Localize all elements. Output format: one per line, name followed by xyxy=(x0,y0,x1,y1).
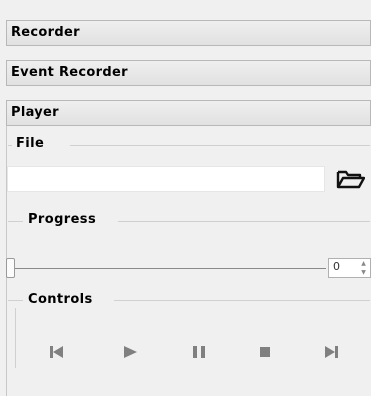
progress-group-title: Progress xyxy=(26,212,99,227)
file-group-border-left xyxy=(8,145,12,146)
play-icon xyxy=(124,346,137,358)
skip-to-start-button[interactable] xyxy=(46,341,68,363)
section-recorder-header[interactable]: Recorder xyxy=(6,20,371,46)
controls-group-border-right xyxy=(114,300,370,301)
pause-icon xyxy=(193,346,205,358)
folder-open-icon xyxy=(336,170,365,189)
skip-to-start-icon xyxy=(50,346,63,358)
file-group-title: File xyxy=(14,136,47,151)
file-path-input[interactable] xyxy=(7,166,325,192)
section-event-recorder-header[interactable]: Event Recorder xyxy=(6,60,371,86)
progress-slider-thumb[interactable] xyxy=(6,258,15,278)
progress-group-border-right xyxy=(118,221,370,222)
skip-to-end-icon xyxy=(325,346,338,358)
progress-spinbox[interactable]: 0 ▲ ▼ xyxy=(328,258,371,278)
skip-to-end-button[interactable] xyxy=(320,341,342,363)
controls-group-border-left xyxy=(8,300,23,301)
top-strip xyxy=(0,0,371,18)
pause-button[interactable] xyxy=(188,341,210,363)
progress-spin-value[interactable]: 0 xyxy=(333,260,340,273)
section-player-header[interactable]: Player xyxy=(6,100,371,126)
spin-down-icon[interactable]: ▼ xyxy=(357,269,370,277)
spin-up-icon[interactable]: ▲ xyxy=(357,260,370,268)
stop-icon xyxy=(260,347,270,357)
stop-button[interactable] xyxy=(254,341,276,363)
progress-group-border-left xyxy=(8,221,23,222)
controls-group-border-vertical xyxy=(15,308,16,368)
play-button[interactable] xyxy=(119,341,141,363)
file-group-border-right xyxy=(70,145,370,146)
controls-group-title: Controls xyxy=(26,292,95,307)
browse-file-button[interactable] xyxy=(331,166,369,192)
progress-slider-track[interactable] xyxy=(12,268,326,269)
